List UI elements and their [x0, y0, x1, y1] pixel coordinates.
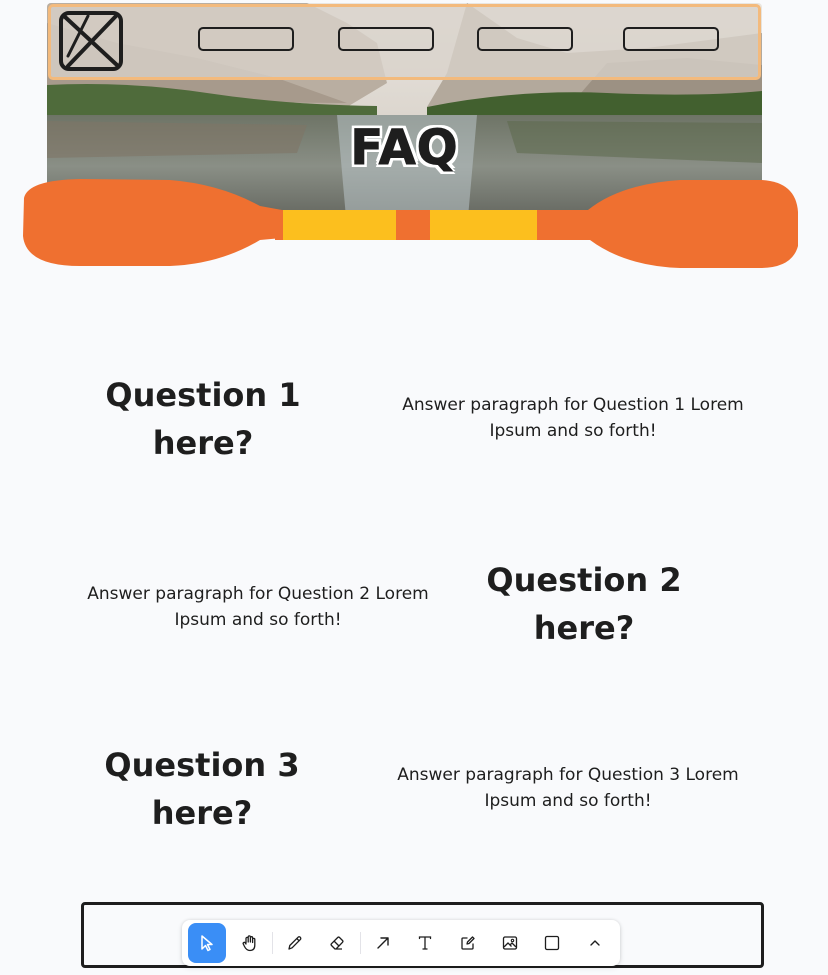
nav-button-4[interactable] — [623, 27, 719, 51]
tool-note-button[interactable] — [448, 923, 486, 963]
nav-button-3[interactable] — [477, 27, 573, 51]
nav-button-1[interactable] — [198, 27, 294, 51]
note-icon — [460, 936, 475, 950]
nav-button-2[interactable] — [338, 27, 434, 51]
faq-question-1: Question 1 here? — [105, 376, 301, 462]
faq-question-2: Question 2 here? — [486, 561, 682, 647]
tool-image-button[interactable] — [491, 923, 529, 963]
toolbar-divider — [359, 932, 361, 954]
faq-answer-1: Answer paragraph for Question 1 Lorem Ip… — [402, 395, 744, 441]
faq-answer-2: Answer paragraph for Question 2 Lorem Ip… — [87, 584, 429, 630]
image-icon — [502, 936, 518, 950]
paddle-graphic — [23, 179, 798, 268]
arrow-icon — [377, 937, 389, 949]
rectangle-icon — [545, 935, 560, 951]
faq-answer-3: Answer paragraph for Question 3 Lorem Ip… — [397, 765, 739, 811]
toolbar-divider — [271, 932, 273, 954]
tool-draw-button[interactable] — [276, 923, 314, 963]
pointer-icon — [201, 935, 213, 952]
tool-text-button[interactable] — [406, 923, 444, 963]
text-icon — [418, 936, 432, 950]
eraser-icon — [330, 936, 344, 950]
pencil-icon — [288, 936, 302, 950]
faq-question-3: Question 3 here? — [104, 746, 300, 832]
hand-icon — [242, 935, 256, 952]
tool-rectangle-button[interactable] — [533, 923, 571, 963]
logo-placeholder-icon[interactable] — [58, 10, 124, 72]
tool-eraser-button[interactable] — [318, 923, 356, 963]
chevron-up-icon — [590, 940, 600, 946]
tool-select-button[interactable] — [188, 923, 227, 963]
tool-arrow-button[interactable] — [364, 923, 402, 963]
tool-hand-button[interactable] — [230, 923, 268, 963]
drawing-toolbar — [182, 920, 620, 966]
page-title: FAQ — [350, 120, 459, 177]
tool-more-button[interactable] — [576, 923, 614, 963]
